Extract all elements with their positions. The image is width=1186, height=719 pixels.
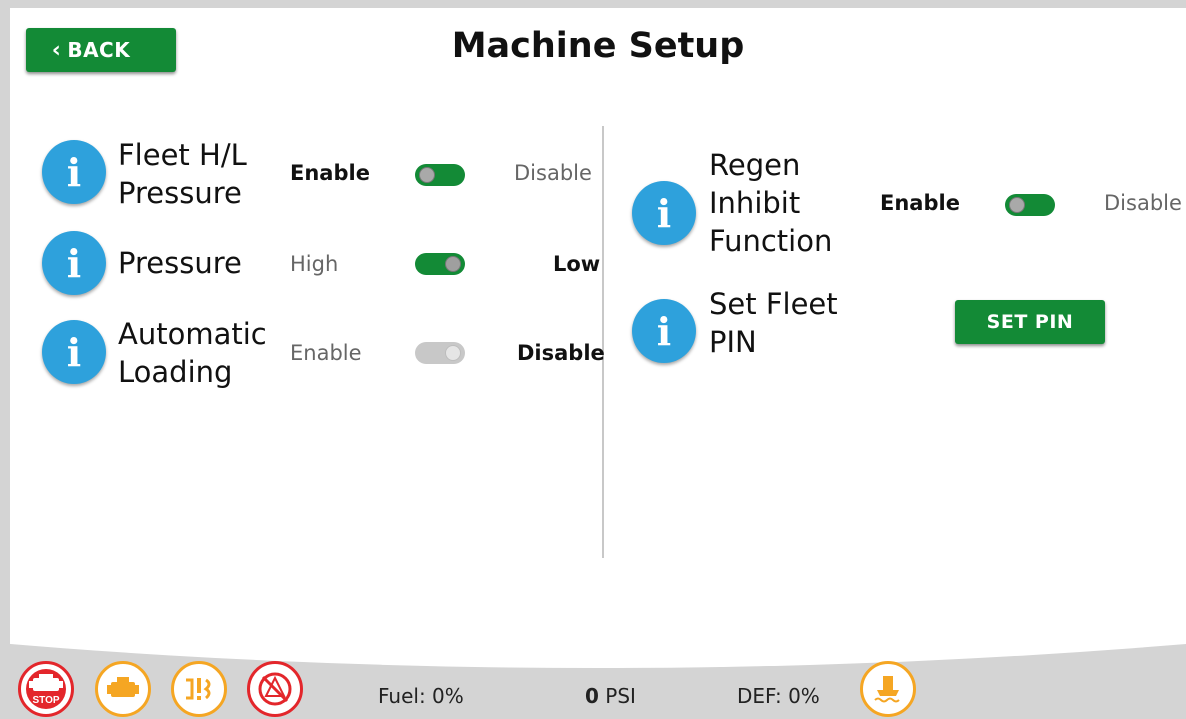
setting-label-regen-inhibit: Regen Inhibit Function bbox=[709, 148, 833, 258]
setting-label-fleet-hl-pressure: Fleet H/L Pressure bbox=[118, 138, 247, 210]
engine-stop-icon[interactable]: STOP bbox=[18, 661, 74, 717]
page-title: Machine Setup bbox=[451, 26, 745, 66]
info-icon[interactable]: i bbox=[632, 299, 696, 363]
machine-setup-screen: ‹ BACK Machine Setup i Fleet H/L Pressur… bbox=[10, 8, 1186, 668]
pressure-readout: 0 PSI bbox=[585, 684, 636, 708]
fuel-level: Fuel: 0% bbox=[378, 684, 464, 708]
option-enable: Enable bbox=[290, 341, 362, 365]
setting-label-set-fleet-pin: Set Fleet PIN bbox=[709, 287, 838, 359]
set-pin-button[interactable]: SET PIN bbox=[955, 300, 1105, 344]
toggle-fleet-hl-pressure[interactable] bbox=[415, 164, 465, 186]
option-low[interactable]: Low bbox=[553, 250, 600, 278]
toggle-knob bbox=[445, 345, 461, 361]
exhaust-filter-icon[interactable] bbox=[171, 661, 227, 717]
pressure-unit: PSI bbox=[605, 684, 636, 708]
def-level: DEF: 0% bbox=[737, 684, 820, 708]
toggle-pressure[interactable] bbox=[415, 253, 465, 275]
toggle-knob bbox=[1009, 197, 1025, 213]
setting-label-automatic-loading: Automatic Loading bbox=[118, 317, 267, 389]
regen-inhibit-icon[interactable] bbox=[247, 661, 303, 717]
option-enable[interactable]: Enable bbox=[880, 189, 960, 217]
toggle-automatic-loading bbox=[415, 342, 465, 364]
toggle-knob bbox=[445, 256, 461, 272]
toggle-regen-inhibit[interactable] bbox=[1005, 194, 1055, 216]
option-disable[interactable]: Disable bbox=[1104, 189, 1182, 217]
option-high[interactable]: High bbox=[290, 250, 338, 278]
coolant-level-icon[interactable] bbox=[860, 661, 916, 717]
engine-warning-icon[interactable] bbox=[95, 661, 151, 717]
setting-label-pressure: Pressure bbox=[118, 246, 242, 280]
option-enable[interactable]: Enable bbox=[290, 159, 370, 187]
info-icon[interactable]: i bbox=[42, 140, 106, 204]
toggle-knob bbox=[419, 167, 435, 183]
option-disable: Disable bbox=[517, 341, 605, 365]
info-icon[interactable]: i bbox=[42, 231, 106, 295]
info-icon[interactable]: i bbox=[632, 181, 696, 245]
pressure-value: 0 bbox=[585, 684, 599, 708]
stop-label: STOP bbox=[32, 695, 59, 706]
option-disable[interactable]: Disable bbox=[514, 159, 592, 187]
info-icon[interactable]: i bbox=[42, 320, 106, 384]
